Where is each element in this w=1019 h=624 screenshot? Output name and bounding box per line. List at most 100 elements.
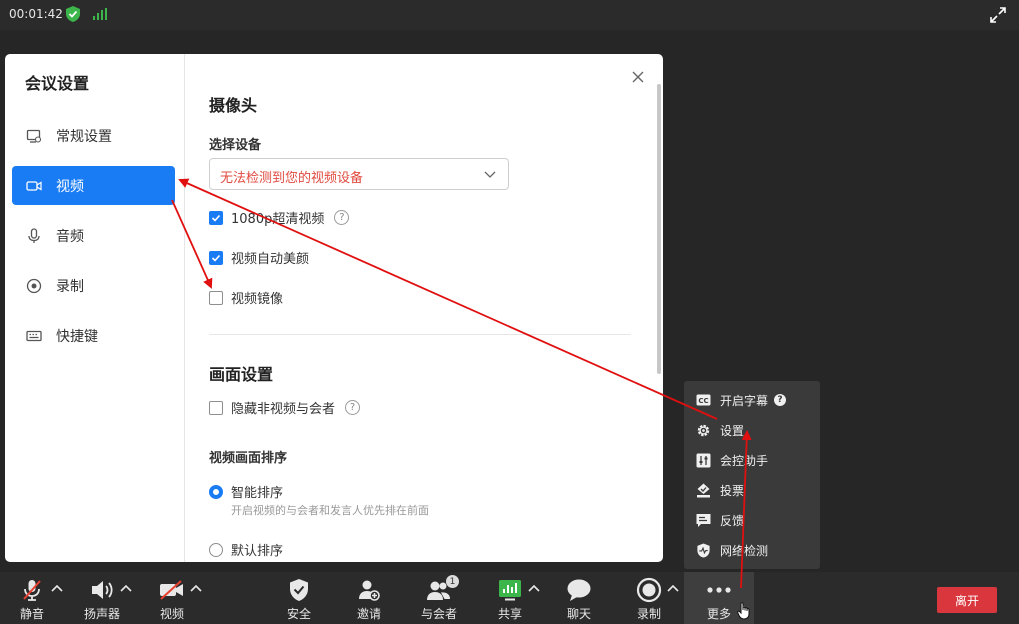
security-label: 安全 bbox=[286, 607, 311, 621]
auto-beauty-label: 视频自动美颜 bbox=[231, 252, 310, 267]
hide-non-video-label: 隐藏非视频与会者 bbox=[231, 402, 336, 417]
help-icon[interactable]: ? bbox=[774, 394, 787, 406]
hd-video-checkbox[interactable] bbox=[209, 210, 223, 225]
nav-item-shortcuts[interactable]: 快捷键 bbox=[12, 316, 175, 355]
menu-item-settings[interactable]: 设置 bbox=[684, 415, 820, 445]
security-button[interactable]: 安全 bbox=[279, 572, 319, 624]
chevron-up-icon[interactable] bbox=[120, 583, 132, 593]
chat-button[interactable]: 聊天 bbox=[559, 572, 599, 624]
vote-icon bbox=[696, 483, 711, 498]
dialog-title: 会议设置 bbox=[25, 74, 90, 93]
auto-beauty-checkbox[interactable] bbox=[209, 250, 223, 265]
meeting-timer: 00:01:42 bbox=[9, 7, 63, 21]
hd-video-label: 1080p超清视频 bbox=[231, 212, 325, 227]
menu-item-vote[interactable]: 投票 bbox=[684, 475, 820, 505]
chevron-up-icon[interactable] bbox=[51, 583, 63, 593]
nav-item-video[interactable]: 视频 bbox=[12, 166, 175, 205]
menu-item-label: 反馈 bbox=[720, 513, 745, 528]
participants-count-badge: 1 bbox=[446, 575, 459, 588]
chevron-up-icon[interactable] bbox=[190, 583, 202, 593]
more-label: 更多 bbox=[706, 607, 731, 621]
chat-label: 聊天 bbox=[566, 607, 591, 621]
hide-non-video-checkbox[interactable] bbox=[209, 400, 223, 415]
mirror-video-option: 视频镜像 bbox=[209, 288, 283, 307]
fullscreen-icon[interactable] bbox=[989, 6, 1007, 24]
hd-video-option: 1080p超清视频 ? bbox=[209, 208, 350, 227]
more-menu: CC 开启字幕 ? 设置 会控助手 投票 反馈 网络检测 bbox=[684, 381, 820, 569]
video-label: 视频 bbox=[159, 607, 184, 621]
nav-item-label: 录制 bbox=[56, 278, 84, 295]
record-icon bbox=[26, 278, 42, 293]
video-camera-icon bbox=[26, 180, 42, 191]
mute-button[interactable]: 静音 bbox=[12, 572, 52, 624]
invite-button[interactable]: 邀请 bbox=[349, 572, 389, 624]
nav-item-label: 快捷键 bbox=[56, 328, 98, 345]
speaker-button[interactable]: 扬声器 bbox=[80, 572, 124, 624]
more-button[interactable]: 更多 bbox=[699, 572, 739, 624]
network-shield-icon bbox=[696, 542, 711, 558]
display-heading: 画面设置 bbox=[209, 365, 274, 384]
smart-sort-option: 智能排序 bbox=[209, 482, 283, 501]
chevron-down-icon bbox=[484, 171, 496, 178]
menu-item-feedback[interactable]: 反馈 bbox=[684, 505, 820, 535]
signal-strength-icon[interactable] bbox=[93, 8, 107, 20]
nav-item-general[interactable]: 常规设置 bbox=[12, 116, 175, 155]
participants-label: 与会者 bbox=[420, 607, 457, 621]
menu-item-network-check[interactable]: 网络检测 bbox=[684, 535, 820, 565]
nav-item-label: 常规设置 bbox=[56, 128, 112, 145]
record-label: 录制 bbox=[636, 607, 661, 621]
menu-item-host-assistant[interactable]: 会控助手 bbox=[684, 445, 820, 475]
auto-beauty-option: 视频自动美颜 bbox=[209, 248, 309, 267]
smart-sort-radio[interactable] bbox=[209, 484, 223, 499]
video-off-icon bbox=[159, 577, 185, 603]
shield-check-icon[interactable] bbox=[66, 6, 80, 22]
shield-check-icon bbox=[286, 577, 312, 603]
mirror-video-checkbox[interactable] bbox=[209, 290, 223, 305]
camera-device-select[interactable]: 无法检测到您的视频设备 bbox=[209, 158, 509, 190]
video-button[interactable]: 视频 bbox=[152, 572, 192, 624]
nav-item-label: 音频 bbox=[56, 228, 84, 245]
smart-sort-label: 智能排序 bbox=[231, 486, 284, 501]
hand-cursor-icon bbox=[737, 602, 750, 620]
help-icon[interactable]: ? bbox=[334, 210, 350, 225]
select-device-label: 选择设备 bbox=[209, 138, 262, 153]
mirror-video-label: 视频镜像 bbox=[231, 292, 284, 307]
monitor-icon bbox=[26, 129, 42, 143]
chevron-up-icon[interactable] bbox=[528, 583, 540, 593]
feedback-icon bbox=[696, 513, 711, 528]
smart-sort-hint: 开启视频的与会者和发言人优先排在前面 bbox=[231, 504, 429, 517]
menu-item-label: 投票 bbox=[720, 483, 745, 498]
menu-item-label: 网络检测 bbox=[720, 543, 769, 558]
help-icon[interactable]: ? bbox=[345, 400, 361, 415]
default-sort-radio[interactable] bbox=[209, 542, 223, 557]
speaker-icon bbox=[89, 577, 115, 603]
gear-icon bbox=[696, 423, 711, 438]
settings-scrollbar[interactable] bbox=[657, 84, 661, 374]
share-button[interactable]: 共享 bbox=[490, 572, 530, 624]
share-screen-icon bbox=[497, 577, 523, 603]
chat-bubble-icon bbox=[566, 577, 592, 603]
share-label: 共享 bbox=[497, 607, 522, 621]
menu-item-label: 设置 bbox=[720, 423, 745, 438]
video-sort-heading: 视频画面排序 bbox=[209, 451, 288, 466]
check-icon bbox=[211, 214, 221, 222]
record-button[interactable]: 录制 bbox=[629, 572, 669, 624]
menu-item-label: 会控助手 bbox=[720, 453, 769, 468]
meeting-toolbar: 静音 扬声器 视频 安全 邀请 与会者 1 共享 聊天 录制 更多 离开 bbox=[0, 572, 1019, 624]
nav-item-recording[interactable]: 录制 bbox=[12, 266, 175, 305]
microphone-muted-icon bbox=[19, 577, 45, 603]
leave-button[interactable]: 离开 bbox=[937, 587, 997, 613]
camera-heading: 摄像头 bbox=[209, 96, 258, 115]
nav-item-audio[interactable]: 音频 bbox=[12, 216, 175, 255]
chevron-up-icon[interactable] bbox=[667, 583, 679, 593]
svg-text:CC: CC bbox=[698, 397, 708, 405]
default-sort-label: 默认排序 bbox=[231, 544, 284, 559]
sliders-icon bbox=[696, 453, 711, 468]
video-settings-panel: 摄像头 选择设备 无法检测到您的视频设备 1080p超清视频 ? 视频自动美颜 … bbox=[209, 54, 639, 562]
settings-sidebar: 会议设置 常规设置 视频 音频 录制 快捷键 bbox=[5, 54, 185, 562]
camera-device-value: 无法检测到您的视频设备 bbox=[220, 171, 364, 186]
nav-item-label: 视频 bbox=[56, 178, 84, 195]
menu-item-captions[interactable]: CC 开启字幕 ? bbox=[684, 385, 820, 415]
invite-label: 邀请 bbox=[356, 607, 381, 621]
add-user-icon bbox=[356, 577, 382, 603]
